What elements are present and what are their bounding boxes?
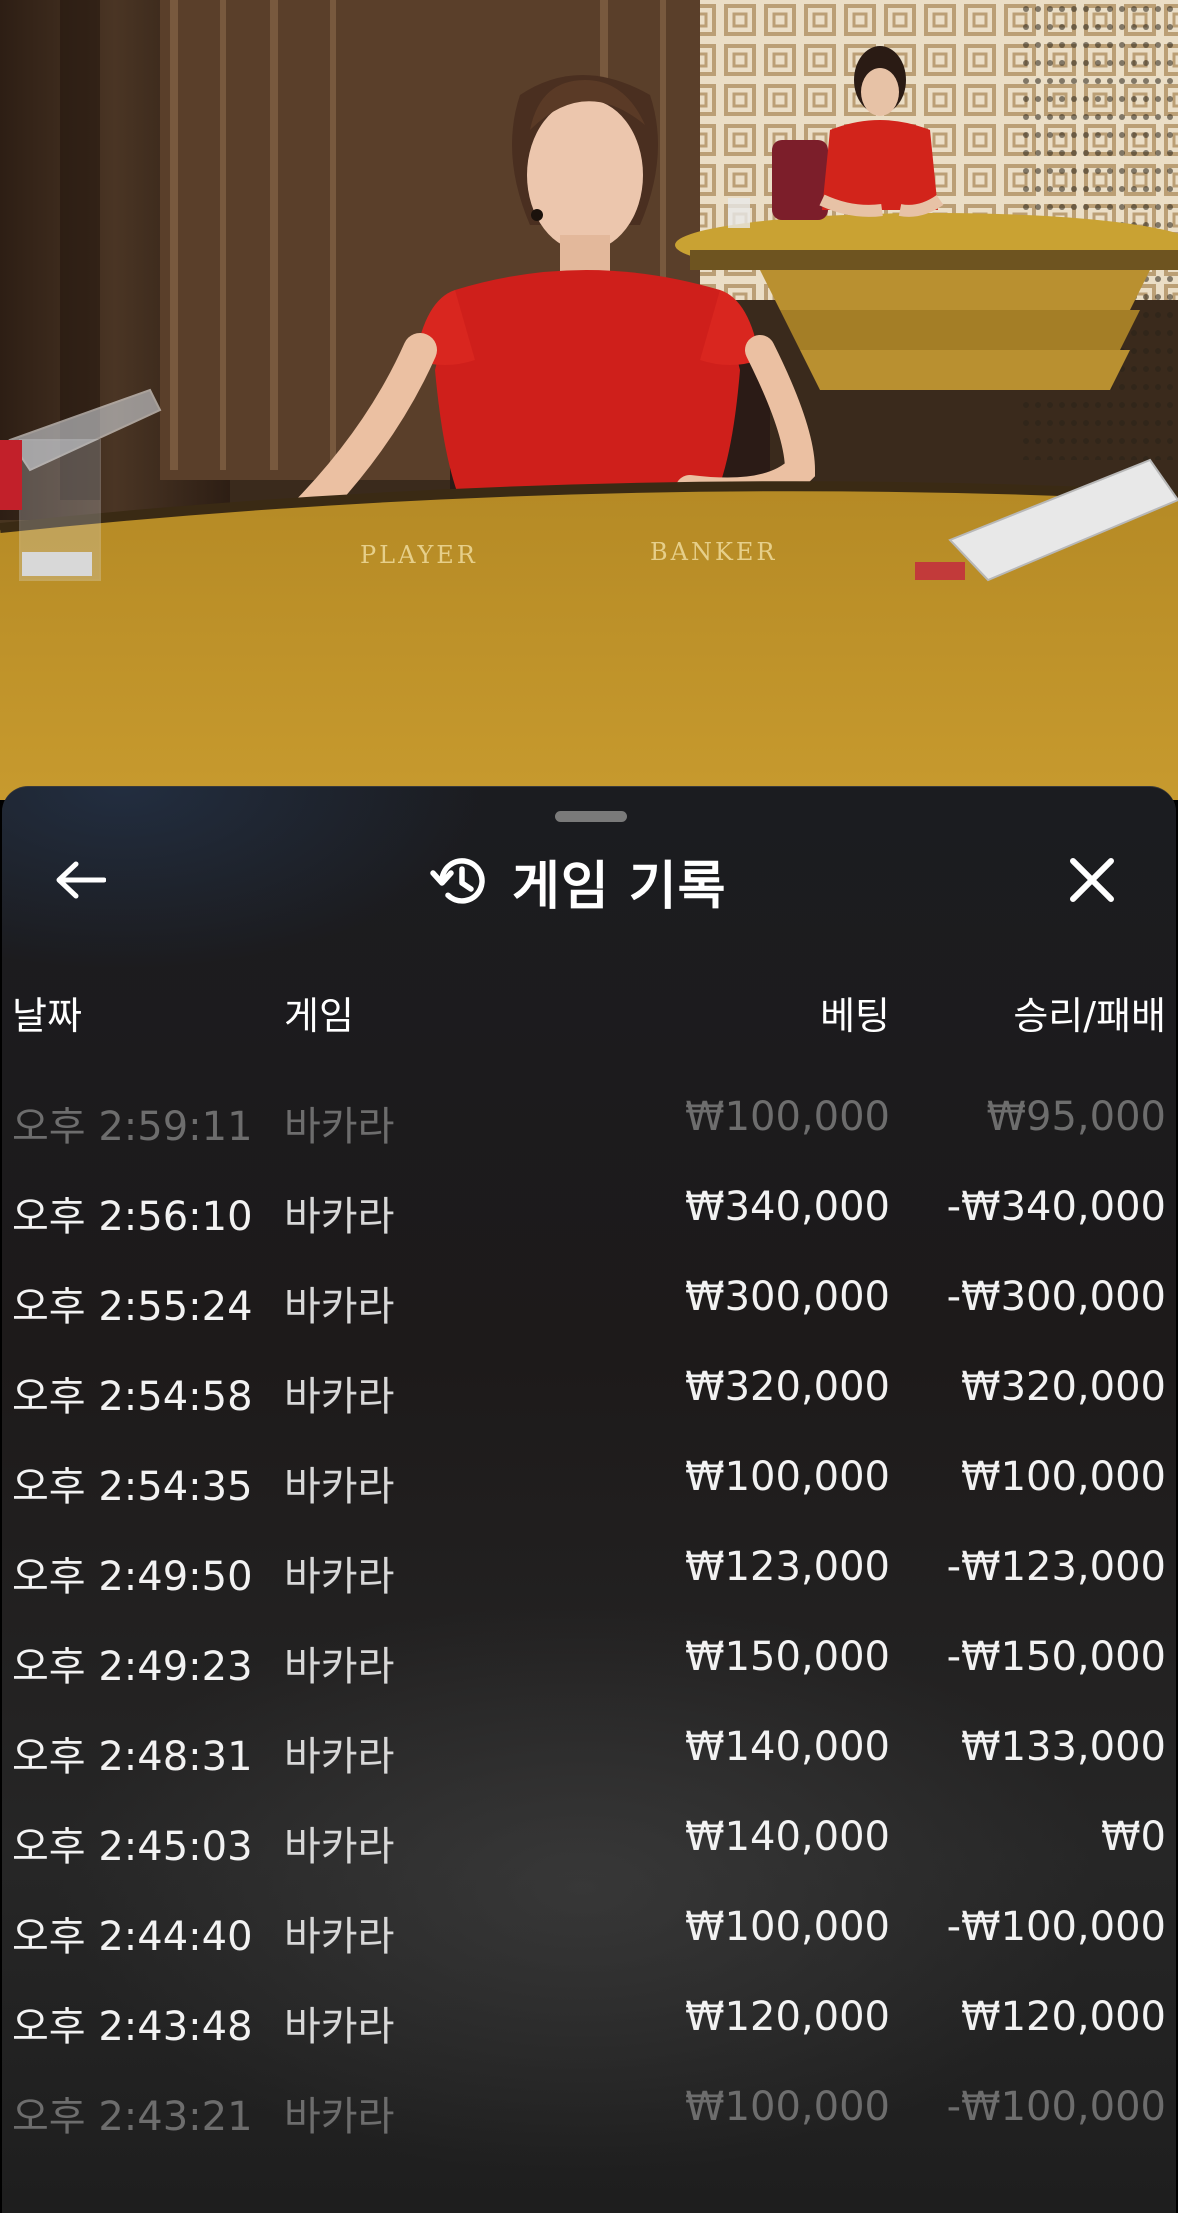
row-game: 바카라	[284, 1374, 395, 1420]
row-bet: ₩150,000	[685, 1634, 890, 1680]
row-time: 오후 2:54:58	[12, 1374, 253, 1420]
banker-area-label: BANKER	[650, 538, 778, 566]
history-icon	[430, 858, 485, 904]
column-header-date[interactable]: 날짜	[12, 985, 82, 1040]
table-row[interactable]: 오후 2:45:03 바카라 ₩140,000 ₩0	[0, 1814, 1178, 1874]
row-bet: ₩300,000	[685, 1274, 890, 1320]
row-time: 오후 2:56:10	[12, 1194, 253, 1240]
table-row[interactable]: 오후 2:59:11 바카라 ₩100,000 ₩95,000	[0, 1094, 1178, 1154]
row-game: 바카라	[284, 1464, 395, 1510]
sheet-header: 게임 기록	[430, 848, 726, 917]
table-row[interactable]: 오후 2:54:35 바카라 ₩100,000 ₩100,000	[0, 1454, 1178, 1514]
row-bet: ₩140,000	[685, 1814, 890, 1860]
row-game: 바카라	[284, 1194, 395, 1240]
row-bet: ₩140,000	[685, 1724, 890, 1770]
row-result: -₩123,000	[946, 1544, 1166, 1590]
row-bet: ₩120,000	[685, 1994, 890, 2040]
row-game: 바카라	[284, 1914, 395, 1960]
row-result: ₩320,000	[961, 1364, 1166, 1410]
row-time: 오후 2:45:03	[12, 1824, 253, 1870]
table-row[interactable]: 오후 2:49:50 바카라 ₩123,000 -₩123,000	[0, 1544, 1178, 1604]
table-row[interactable]: 오후 2:49:23 바카라 ₩150,000 -₩150,000	[0, 1634, 1178, 1694]
row-time: 오후 2:49:50	[12, 1554, 253, 1600]
row-time: 오후 2:43:48	[12, 2004, 253, 2050]
table-row[interactable]: 오후 2:43:48 바카라 ₩120,000 ₩120,000	[0, 1994, 1178, 2054]
row-bet: ₩100,000	[685, 1094, 890, 1140]
close-icon	[1070, 858, 1114, 902]
row-game: 바카라	[284, 1644, 395, 1690]
row-result: ₩133,000	[961, 1724, 1166, 1770]
table-row[interactable]: 오후 2:43:21 바카라 ₩100,000 -₩100,000	[0, 2084, 1178, 2144]
row-result: ₩120,000	[961, 1994, 1166, 2040]
column-header-bet[interactable]: 베팅	[820, 985, 890, 1040]
row-bet: ₩100,000	[685, 1454, 890, 1500]
page-title: 게임 기록	[512, 856, 727, 917]
row-bet: ₩100,000	[685, 1904, 890, 1950]
row-bet: ₩320,000	[685, 1364, 890, 1410]
table-row[interactable]: 오후 2:56:10 바카라 ₩340,000 -₩340,000	[0, 1184, 1178, 1244]
column-header-game[interactable]: 게임	[284, 985, 354, 1040]
row-time: 오후 2:54:35	[12, 1464, 253, 1510]
close-button[interactable]	[1060, 848, 1124, 912]
row-time: 오후 2:48:31	[12, 1734, 253, 1780]
table-row[interactable]: 오후 2:55:24 바카라 ₩300,000 -₩300,000	[0, 1274, 1178, 1334]
dealer-scene-illustration: PLAYER BANKER	[0, 0, 1178, 800]
row-game: 바카라	[284, 1554, 395, 1600]
row-result: -₩100,000	[946, 2084, 1166, 2130]
row-result: ₩100,000	[961, 1454, 1166, 1500]
column-header-win-loss[interactable]: 승리/패배	[1013, 985, 1166, 1040]
table-row[interactable]: 오후 2:54:58 바카라 ₩320,000 ₩320,000	[0, 1364, 1178, 1424]
live-video-stream: PLAYER BANKER	[0, 0, 1178, 800]
table-header: 날짜 게임 베팅 승리/패배	[0, 985, 1178, 1038]
row-game: 바카라	[284, 1284, 395, 1330]
row-game: 바카라	[284, 1104, 395, 1150]
row-bet: ₩123,000	[685, 1544, 890, 1590]
row-result: ₩95,000	[986, 1094, 1166, 1140]
row-result: -₩100,000	[946, 1904, 1166, 1950]
row-time: 오후 2:59:11	[12, 1104, 253, 1150]
table-row[interactable]: 오후 2:48:31 바카라 ₩140,000 ₩133,000	[0, 1724, 1178, 1784]
row-game: 바카라	[284, 2094, 395, 2140]
row-bet: ₩340,000	[685, 1184, 890, 1230]
arrow-left-icon	[56, 861, 106, 899]
row-game: 바카라	[284, 1824, 395, 1870]
row-result: -₩150,000	[946, 1634, 1166, 1680]
row-game: 바카라	[284, 1734, 395, 1780]
row-bet: ₩100,000	[685, 2084, 890, 2130]
row-time: 오후 2:49:23	[12, 1644, 253, 1690]
player-area-label: PLAYER	[360, 541, 478, 569]
row-time: 오후 2:55:24	[12, 1284, 253, 1330]
table-row[interactable]: 오후 2:44:40 바카라 ₩100,000 -₩100,000	[0, 1904, 1178, 1964]
row-time: 오후 2:44:40	[12, 1914, 253, 1960]
row-game: 바카라	[284, 2004, 395, 2050]
row-result: -₩340,000	[946, 1184, 1166, 1230]
back-button[interactable]	[48, 848, 112, 912]
drag-handle[interactable]	[555, 811, 627, 822]
row-result: ₩0	[1101, 1814, 1166, 1860]
row-time: 오후 2:43:21	[12, 2094, 253, 2140]
row-result: -₩300,000	[946, 1274, 1166, 1320]
